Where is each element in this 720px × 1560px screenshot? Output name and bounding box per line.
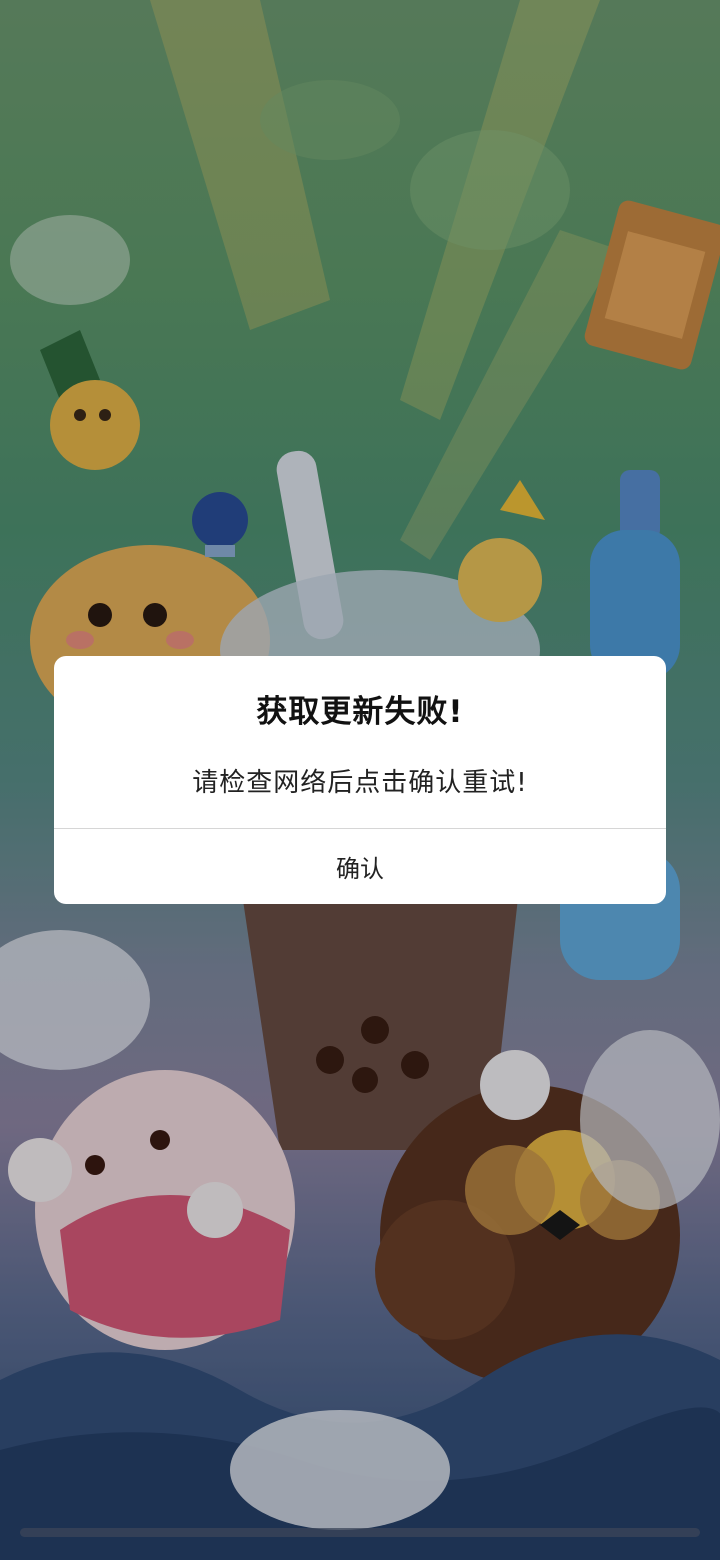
home-indicator-bar[interactable] bbox=[20, 1528, 700, 1537]
dialog-message: 请检查网络后点击确认重试! bbox=[192, 768, 528, 798]
confirm-button[interactable]: 确认 bbox=[54, 829, 666, 904]
game-loading-screen: 获取更新失败! 请检查网络后点击确认重试! 确认 bbox=[0, 0, 720, 1560]
dialog-title: 获取更新失败! bbox=[256, 694, 464, 730]
update-failed-dialog: 获取更新失败! 请检查网络后点击确认重试! 确认 bbox=[54, 656, 666, 904]
